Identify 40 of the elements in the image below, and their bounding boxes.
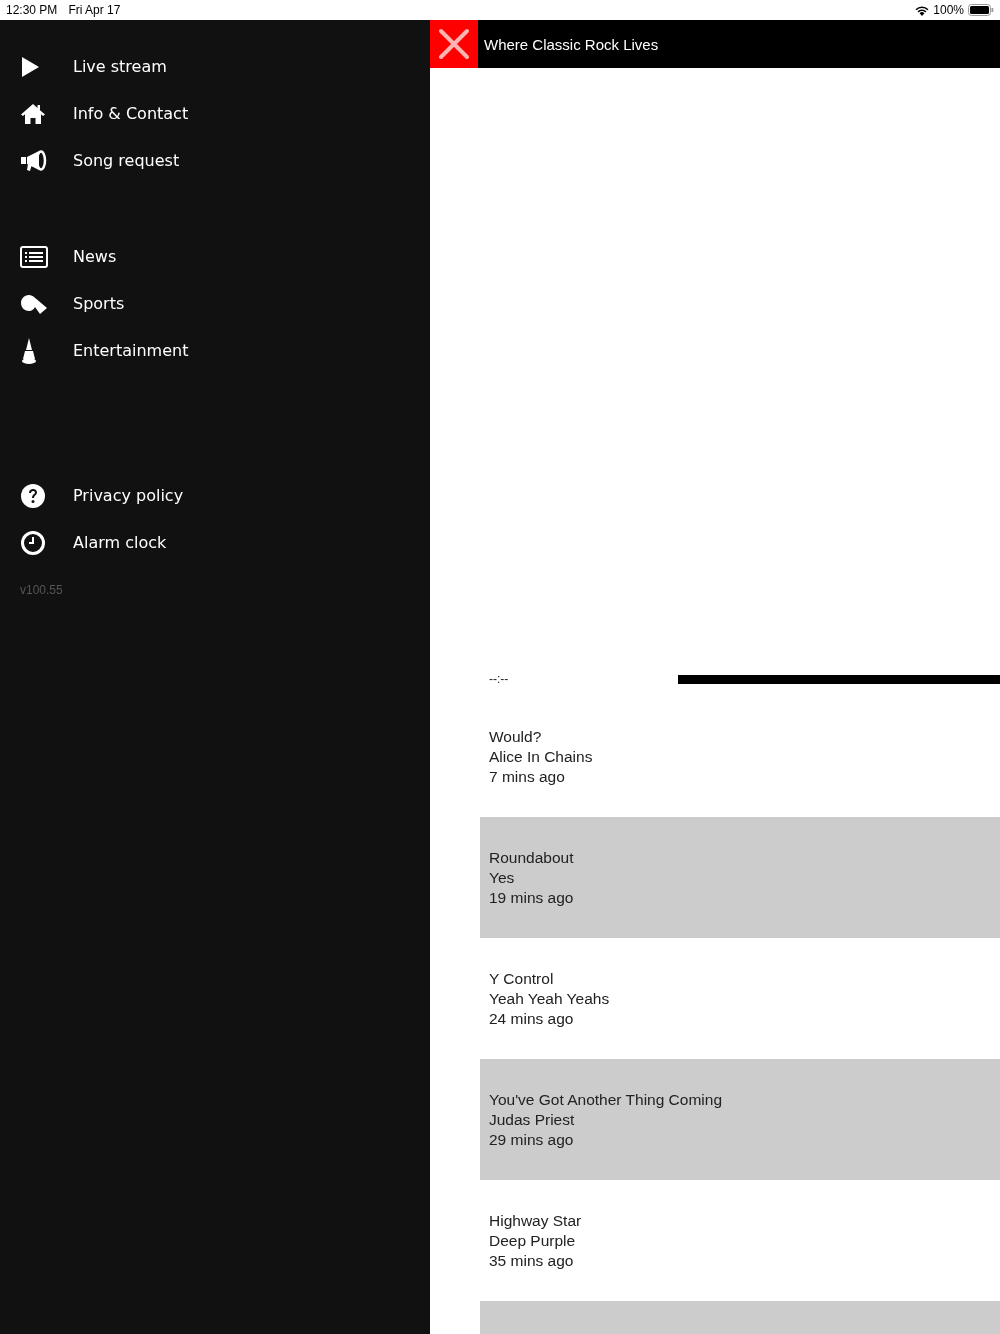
played-time: 35 mins ago <box>489 1250 575 1271</box>
battery-icon <box>968 4 994 16</box>
version-label: v100.55 <box>19 583 63 597</box>
menu-item[interactable]: Song request <box>0 137 430 184</box>
menu-item[interactable]: Privacy policy <box>0 472 430 519</box>
menu-item[interactable]: Sports <box>0 280 430 327</box>
menu-item[interactable]: Live stream <box>0 43 430 90</box>
song-artist: Deep Purple <box>489 1230 577 1251</box>
elapsed-time: --:-- <box>489 672 510 686</box>
song-title: Would? <box>489 726 543 747</box>
menu-item[interactable]: News <box>0 233 430 280</box>
menu-item[interactable]: Info & Contact <box>0 90 430 137</box>
whistle-icon <box>20 292 48 315</box>
song-title: Roundabout <box>489 847 575 868</box>
song-artist: Judas Priest <box>489 1109 576 1130</box>
wifi-icon <box>915 4 930 16</box>
song-artist: Alice In Chains <box>489 746 594 767</box>
song-title: Y Control <box>489 968 555 989</box>
header-title: Where Classic Rock Lives <box>484 35 659 53</box>
menu-item[interactable]: Entertainment <box>0 327 430 374</box>
help-icon <box>20 482 46 509</box>
play-icon <box>20 55 40 78</box>
played-time: 24 mins ago <box>489 1008 575 1029</box>
played-time: 7 mins ago <box>489 766 566 787</box>
megaphone-icon <box>20 148 48 173</box>
clock-icon <box>20 529 46 556</box>
home-icon <box>20 102 46 125</box>
status-date: Fri Apr 17 <box>68 3 121 17</box>
close-button[interactable] <box>430 20 478 68</box>
song-artist: Yeah Yeah Yeahs <box>489 988 611 1009</box>
song-title: Highway Star <box>489 1210 583 1231</box>
played-time: 19 mins ago <box>489 887 575 908</box>
battery-percent: 100% <box>933 3 964 17</box>
status-time: 12:30 PM <box>6 3 58 17</box>
list-icon <box>20 245 48 268</box>
song-title: You've Got Another Thing Coming <box>489 1089 724 1110</box>
menu-item[interactable]: Alarm clock <box>0 519 430 566</box>
close-icon <box>438 28 470 60</box>
played-time: 29 mins ago <box>489 1129 575 1150</box>
song-artist: Yes <box>489 867 516 888</box>
